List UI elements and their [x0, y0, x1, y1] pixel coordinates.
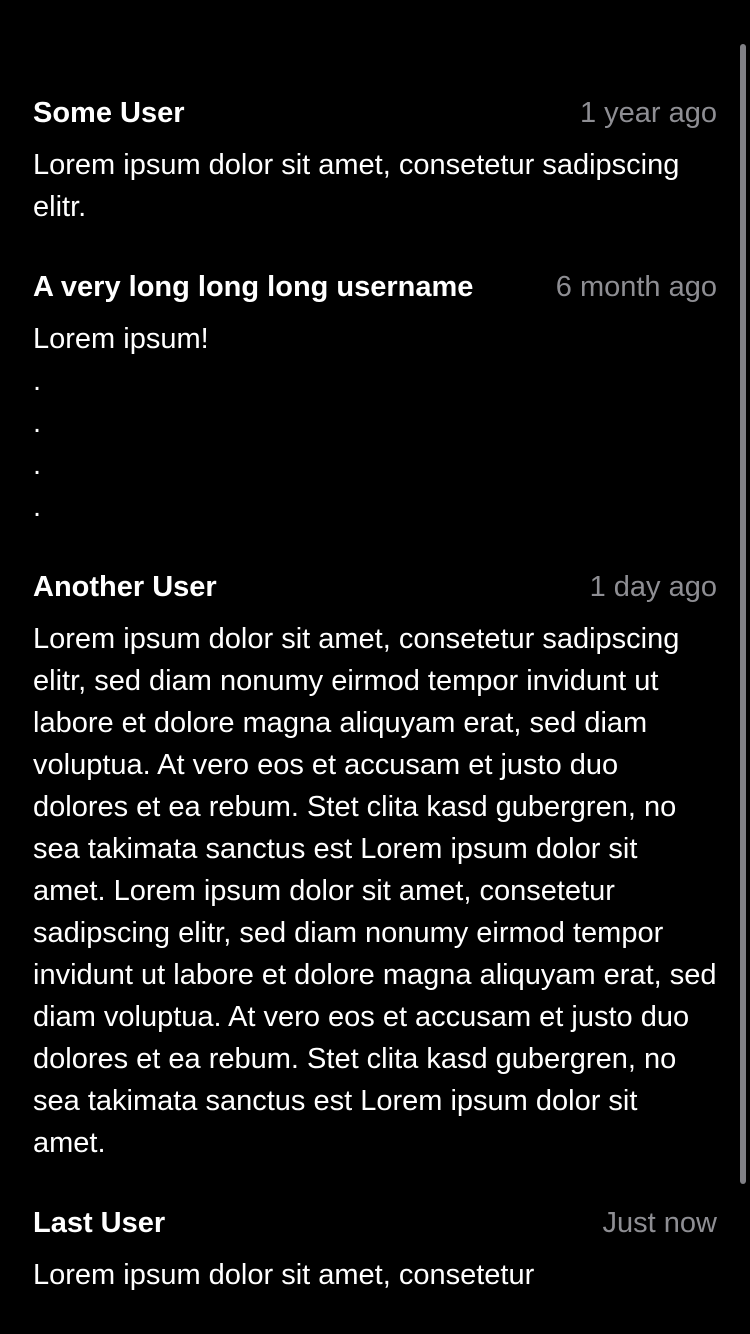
comment-body: Lorem ipsum dolor sit amet, consetetur s… [33, 623, 717, 1159]
comment-timestamp: 1 day ago [589, 571, 717, 603]
comment-item[interactable]: A very long long long username 6 month a… [33, 264, 717, 528]
comment-item[interactable]: Some User 1 year ago Lorem ipsum dolor s… [33, 90, 717, 228]
comment-timestamp: Just now [602, 1207, 717, 1239]
comment-item[interactable]: Last User Just now Lorem ipsum dolor sit… [33, 1200, 717, 1296]
comment-item[interactable]: Another User 1 day ago Lorem ipsum dolor… [33, 564, 717, 1164]
comment-timestamp: 6 month ago [555, 271, 717, 303]
comment-body: Lorem ipsum dolor sit amet, consetetur [33, 1259, 535, 1291]
comment-username: A very long long long username [33, 271, 474, 303]
comment-username: Another User [33, 571, 217, 603]
vertical-scrollbar[interactable] [740, 44, 746, 1184]
comment-body: Lorem ipsum! . . . . [33, 323, 209, 523]
comment-timestamp: 1 year ago [579, 97, 717, 129]
comment-header: Last User Just now [33, 1200, 717, 1246]
comment-header: Another User 1 day ago [33, 564, 717, 610]
comment-header: A very long long long username 6 month a… [33, 264, 717, 310]
comment-username: Last User [33, 1207, 166, 1239]
comment-header: Some User 1 year ago [33, 90, 717, 136]
comment-list[interactable]: Some User 1 year ago Lorem ipsum dolor s… [33, 90, 717, 1332]
comment-body: Lorem ipsum dolor sit amet, consetetur s… [33, 149, 680, 223]
comment-username: Some User [33, 97, 185, 129]
